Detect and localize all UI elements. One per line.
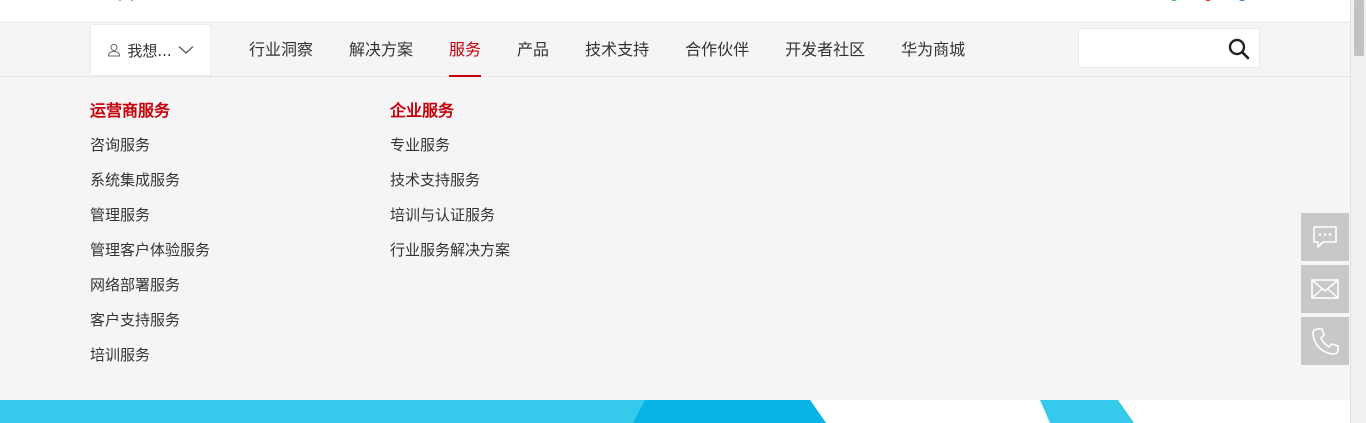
main-nav: 我想... 行业洞察 解决方案 服务 产品 技术支持 合作伙伴 开发者社区 华为…: [0, 23, 1350, 77]
nav-item-products[interactable]: 产品: [499, 23, 567, 77]
menu-link-customer-support[interactable]: 客户支持服务: [90, 310, 210, 330]
want-label: 我想...: [127, 41, 172, 60]
nav-item-solutions[interactable]: 解决方案: [331, 23, 431, 77]
mail-icon: [1311, 279, 1339, 299]
services-mega-menu: 运营商服务 咨询服务 系统集成服务 管理服务 管理客户体验服务 网络部署服务 客…: [0, 77, 1350, 400]
user-icon: [108, 44, 121, 57]
chat-icon: [1313, 226, 1337, 248]
social-icon-green: [1171, 0, 1177, 1]
menu-column-carrier-services: 运营商服务 咨询服务 系统集成服务 管理服务 管理客户体验服务 网络部署服务 客…: [90, 99, 210, 380]
social-icon-blue: [1239, 0, 1245, 1]
menu-link-training[interactable]: 培训服务: [90, 345, 210, 365]
menu-column-title[interactable]: 企业服务: [390, 99, 510, 123]
menu-link-professional-services[interactable]: 专业服务: [390, 135, 510, 155]
menu-link-training-certification[interactable]: 培训与认证服务: [390, 205, 510, 225]
phone-icon: [1312, 328, 1339, 355]
top-bar: [0, 0, 1350, 23]
nav-item-partners[interactable]: 合作伙伴: [667, 23, 767, 77]
search-icon[interactable]: [1227, 37, 1251, 61]
menu-link-customer-experience[interactable]: 管理客户体验服务: [90, 240, 210, 260]
chevron-down-icon: [178, 46, 194, 54]
want-dropdown-button[interactable]: 我想...: [90, 24, 211, 76]
menu-link-system-integration[interactable]: 系统集成服务: [90, 170, 210, 190]
menu-link-managed-services[interactable]: 管理服务: [90, 205, 210, 225]
email-button[interactable]: [1301, 265, 1349, 313]
floating-contact-bar: [1301, 213, 1349, 369]
banner-graphic: [0, 400, 1350, 423]
menu-link-network-rollout[interactable]: 网络部署服务: [90, 275, 210, 295]
page: 我想... 行业洞察 解决方案 服务 产品 技术支持 合作伙伴 开发者社区 华为…: [0, 0, 1366, 423]
menu-link-consulting[interactable]: 咨询服务: [90, 135, 210, 155]
social-icon-red: [1205, 0, 1211, 1]
search-box: [1078, 28, 1260, 68]
nav-item-industry-insights[interactable]: 行业洞察: [231, 23, 331, 77]
huawei-logo[interactable]: [116, 0, 140, 3]
nav-item-developer-community[interactable]: 开发者社区: [767, 23, 883, 77]
chat-button[interactable]: [1301, 213, 1349, 261]
phone-button[interactable]: [1301, 317, 1349, 365]
nav-item-support[interactable]: 技术支持: [567, 23, 667, 77]
nav-item-vmall[interactable]: 华为商城: [883, 23, 983, 77]
menu-column-title[interactable]: 运营商服务: [90, 99, 210, 123]
menu-link-industry-solutions[interactable]: 行业服务解决方案: [390, 240, 510, 260]
nav-items: 行业洞察 解决方案 服务 产品 技术支持 合作伙伴 开发者社区 华为商城: [231, 23, 983, 77]
vertical-scrollbar[interactable]: [1350, 0, 1366, 423]
menu-column-enterprise-services: 企业服务 专业服务 技术支持服务 培训与认证服务 行业服务解决方案: [390, 99, 510, 275]
search-input[interactable]: [1079, 29, 1219, 67]
menu-link-technical-support[interactable]: 技术支持服务: [390, 170, 510, 190]
scrollbar-thumb[interactable]: [1354, 0, 1364, 56]
hero-banner[interactable]: [0, 400, 1350, 423]
social-icons: [1171, 0, 1245, 1]
nav-item-services[interactable]: 服务: [431, 23, 499, 77]
